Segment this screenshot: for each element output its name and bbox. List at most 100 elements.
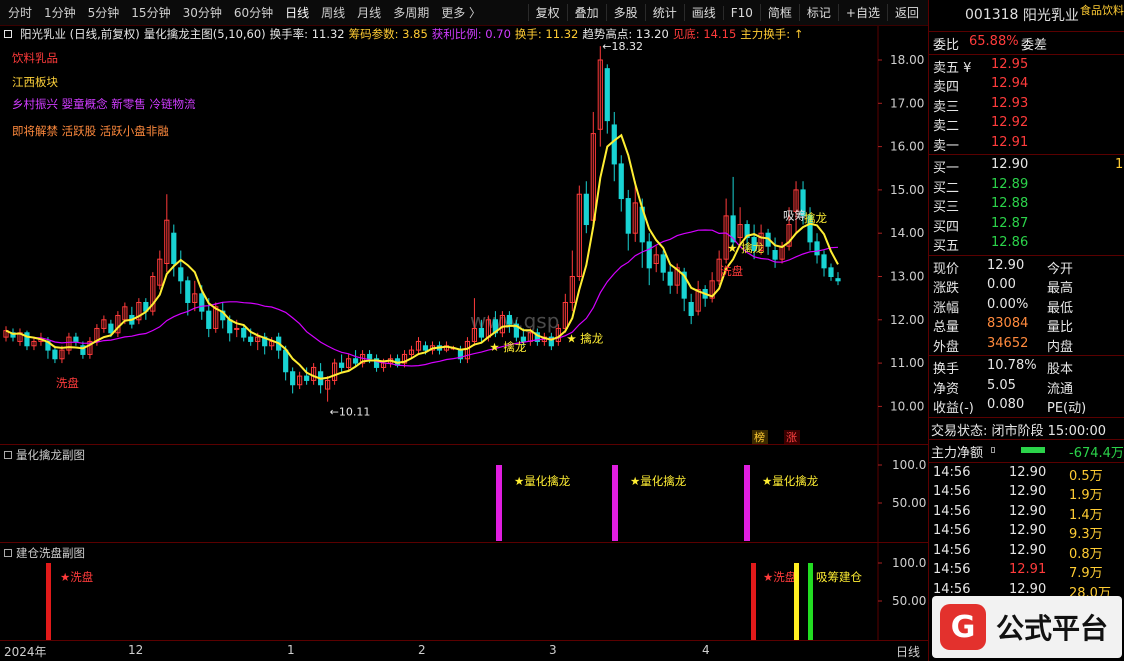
stat-value: 34652 — [987, 335, 1029, 351]
bid-row: 买三 12.88 — [929, 195, 1124, 215]
candle-body — [73, 336, 79, 342]
toolbar-button[interactable]: 统计 — [644, 4, 684, 21]
period-tab[interactable]: 15分钟 — [125, 4, 176, 21]
price-tick-label: 13.00 — [890, 270, 924, 284]
stat-label: 外盘 — [933, 339, 960, 355]
stat-label-2: 最低 — [1047, 300, 1074, 316]
toolbar-button[interactable]: 叠加 — [566, 4, 606, 21]
stat-label: 涨跌 — [933, 281, 960, 296]
toolbar-button[interactable]: 画线 — [683, 4, 723, 21]
bid-price[interactable]: 12.89 — [991, 177, 1028, 192]
toolbar-button[interactable]: 简框 — [759, 4, 799, 21]
candle-body — [478, 327, 485, 338]
candle-body — [604, 68, 610, 122]
qinlong-label: ★量化擒龙 — [630, 474, 687, 488]
formula-name[interactable]: 量化擒龙主图(5,10,60) — [144, 26, 266, 42]
bid-price[interactable]: 12.90 — [991, 157, 1028, 172]
period-tab[interactable]: 更多 〉 — [435, 4, 487, 21]
qinlong-bar — [496, 465, 502, 541]
period-tab[interactable]: 日线 — [279, 4, 315, 21]
panel-settings-icon[interactable] — [4, 451, 12, 459]
stats-block: 现价 12.90 今开 涨跌 0.00 最高 涨幅 0.00% 最低 总量 83084 量比 外盘 346… — [929, 257, 1124, 355]
stat-value: 10.78% — [987, 358, 1037, 373]
ask-price[interactable]: 12.95 — [991, 57, 1028, 72]
weibi-value: 65.88% — [969, 34, 1019, 49]
signal-label: 吸筹 — [783, 209, 806, 223]
toolbar-button[interactable]: 返回 — [886, 4, 926, 21]
tick-price: 12.90 — [1009, 503, 1047, 519]
sub-chart-qinlong-title: 量化擒龙副图 — [4, 447, 85, 463]
stat-label: 总量 — [933, 320, 960, 335]
period-indicator[interactable]: 日线 — [896, 643, 920, 660]
bid-label: 买一 — [933, 161, 960, 176]
candle-body — [185, 280, 191, 303]
toolbar-button[interactable]: 复权 — [527, 4, 567, 21]
main-kline-chart[interactable]: 18.00 17.00 16.00 15.00 14.00 13.00 12.00 11.00… — [0, 26, 928, 444]
stock-title: 阳光乳业 (日线,前复权) — [20, 27, 140, 41]
bid-price[interactable]: 12.87 — [991, 216, 1028, 231]
stat-row: 涨幅 0.00% 最低 — [929, 296, 1124, 316]
toolbar-button[interactable]: 标记 — [798, 4, 838, 21]
toolbar-button[interactable]: 多股 — [605, 4, 645, 21]
settings-icon[interactable] — [4, 30, 12, 38]
tick-row: 14:56 12.90 0.8万 — [929, 542, 1124, 562]
candle-body — [52, 349, 58, 360]
toolbar-button[interactable]: F10 — [722, 5, 760, 20]
tick-time: 14:56 — [933, 464, 971, 480]
stat-value: 83084 — [987, 316, 1029, 331]
turnover-rate: 换手率: 11.32 — [269, 27, 345, 41]
sub-chart-jiancang[interactable]: 100.0 50.00 ★洗盘 ★洗盘 吸筹建仓 建仓洗盘副图 — [0, 542, 928, 641]
xipan-label: ★洗盘 — [763, 570, 796, 584]
tick-row: 14:56 12.90 1.9万 — [929, 483, 1124, 503]
period-tab[interactable]: 周线 — [315, 4, 351, 21]
sub-chart-qinlong-canvas[interactable]: 100.0 50.00 ★量化擒龙 ★量化擒龙 ★量化擒龙 — [0, 445, 928, 543]
period-tab[interactable]: 5分钟 — [82, 4, 126, 21]
tick-time: 14:56 — [933, 484, 971, 499]
tick-volume: 1.4万 — [1069, 507, 1103, 523]
ask-price[interactable]: 12.93 — [991, 96, 1028, 111]
panel-settings-icon[interactable] — [4, 549, 12, 557]
ask-price[interactable]: 12.92 — [991, 115, 1028, 130]
stat-label-2: 量比 — [1047, 320, 1074, 335]
stat-label: 涨幅 — [933, 300, 960, 316]
bid-price[interactable]: 12.88 — [991, 196, 1028, 211]
ask-label: 卖二 — [933, 119, 960, 134]
period-tab[interactable]: 30分钟 — [177, 4, 228, 21]
sub-chart-jiancang-canvas[interactable]: 100.0 50.00 ★洗盘 ★洗盘 吸筹建仓 — [0, 543, 928, 641]
signal-label: ★ 擒龙 — [489, 340, 526, 354]
jiancang-bar — [794, 563, 799, 641]
candle-body — [688, 301, 694, 316]
indicator-bar: 阳光乳业 (日线,前复权) 量化擒龙主图(5,10,60) 换手率: 11.32… — [4, 26, 803, 42]
jiancang-label: 吸筹建仓 — [816, 570, 862, 584]
kline-canvas[interactable]: 18.00 17.00 16.00 15.00 14.00 13.00 12.00 11.00… — [0, 26, 928, 444]
sub-chart-jiancang-title-text: 建仓洗盘副图 — [16, 546, 85, 560]
sub-chart-jiancang-title: 建仓洗盘副图 — [4, 545, 85, 561]
period-tab[interactable]: 1分钟 — [38, 4, 82, 21]
candle-body — [828, 267, 834, 277]
period-tab[interactable]: 月线 — [351, 4, 387, 21]
ask-price[interactable]: 12.91 — [991, 135, 1028, 150]
period-tab[interactable]: 60分钟 — [228, 4, 279, 21]
qinlong-label: ★量化擒龙 — [762, 474, 819, 488]
period-tab[interactable]: 多周期 — [387, 4, 435, 21]
main-net-label: 主力净额 — [931, 446, 984, 461]
bid-price[interactable]: 12.86 — [991, 235, 1028, 250]
candle-body — [352, 358, 359, 364]
sub-chart-qinlong[interactable]: 100.0 50.00 ★量化擒龙 ★量化擒龙 ★量化擒龙 量化擒龙副图 — [0, 444, 928, 543]
industry-plate[interactable]: 食品饮料 — [1080, 2, 1124, 18]
period-tab[interactable]: 分时 — [2, 4, 38, 21]
stat-value: 0.080 — [987, 397, 1025, 412]
tag-region: 江西板块 — [12, 75, 58, 89]
sub-tick-label: 100.0 — [892, 458, 926, 472]
candle-body — [206, 310, 212, 329]
ask-row: 卖五 ¥ 12.95 — [929, 56, 1124, 76]
ask-price[interactable]: 12.94 — [991, 76, 1028, 91]
watermark-logo: G 公式平台 — [932, 596, 1122, 658]
candle-body — [611, 124, 617, 165]
toolbar-button[interactable]: +自选 — [837, 4, 887, 21]
stat-value: 12.90 — [987, 257, 1025, 273]
dropdown-icon[interactable] — [991, 447, 995, 453]
ask-row: 卖二 12.92 — [929, 114, 1124, 134]
stat-value: 5.05 — [987, 377, 1016, 393]
price-tick-label: 15.00 — [890, 183, 924, 197]
